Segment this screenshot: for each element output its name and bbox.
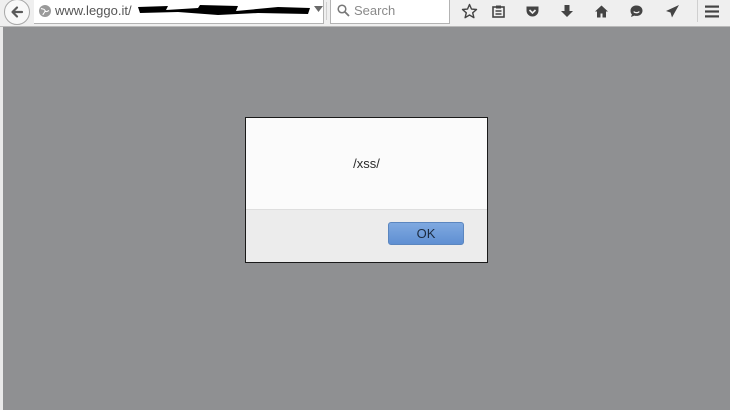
hamburger-menu-icon [705, 5, 719, 17]
share-button[interactable] [661, 0, 683, 22]
pocket-button[interactable] [521, 0, 543, 22]
ok-button[interactable]: OK [388, 222, 464, 245]
alert-dialog: /xss/ OK [245, 117, 488, 263]
url-bar[interactable]: www.leggo.it/ [34, 0, 346, 24]
redaction-mark [138, 5, 310, 15]
browser-toolbar: www.leggo.it/ Search [0, 0, 730, 27]
back-arrow-icon [11, 6, 24, 18]
pocket-icon [526, 6, 538, 16]
download-button[interactable] [556, 0, 578, 22]
search-icon [337, 4, 350, 17]
menu-button[interactable] [701, 0, 723, 22]
globe-icon [39, 5, 51, 17]
alert-message: /xss/ [353, 156, 380, 171]
toolbar-separator [697, 0, 698, 22]
search-input[interactable]: Search [354, 3, 395, 18]
reading-list-icon [491, 5, 505, 18]
url-separator [326, 2, 327, 20]
bookmark-star-icon [461, 3, 477, 18]
url-host: www.leggo.it [55, 3, 128, 18]
alert-footer: OK [246, 209, 487, 262]
bookmark-star-button[interactable] [458, 0, 480, 22]
share-icon [665, 4, 679, 17]
url-path: / [127, 3, 132, 18]
dropdown-icon[interactable] [314, 6, 323, 13]
chat-icon [630, 5, 642, 17]
chat-button[interactable] [625, 0, 647, 22]
left-border [0, 27, 3, 410]
search-bar[interactable]: Search [330, 0, 450, 24]
home-icon [594, 5, 608, 17]
back-button[interactable] [4, 0, 30, 25]
reading-list-button[interactable] [487, 0, 509, 22]
url-text[interactable]: www.leggo.it/ [55, 3, 132, 18]
download-icon [561, 4, 573, 17]
home-button[interactable] [590, 0, 612, 22]
